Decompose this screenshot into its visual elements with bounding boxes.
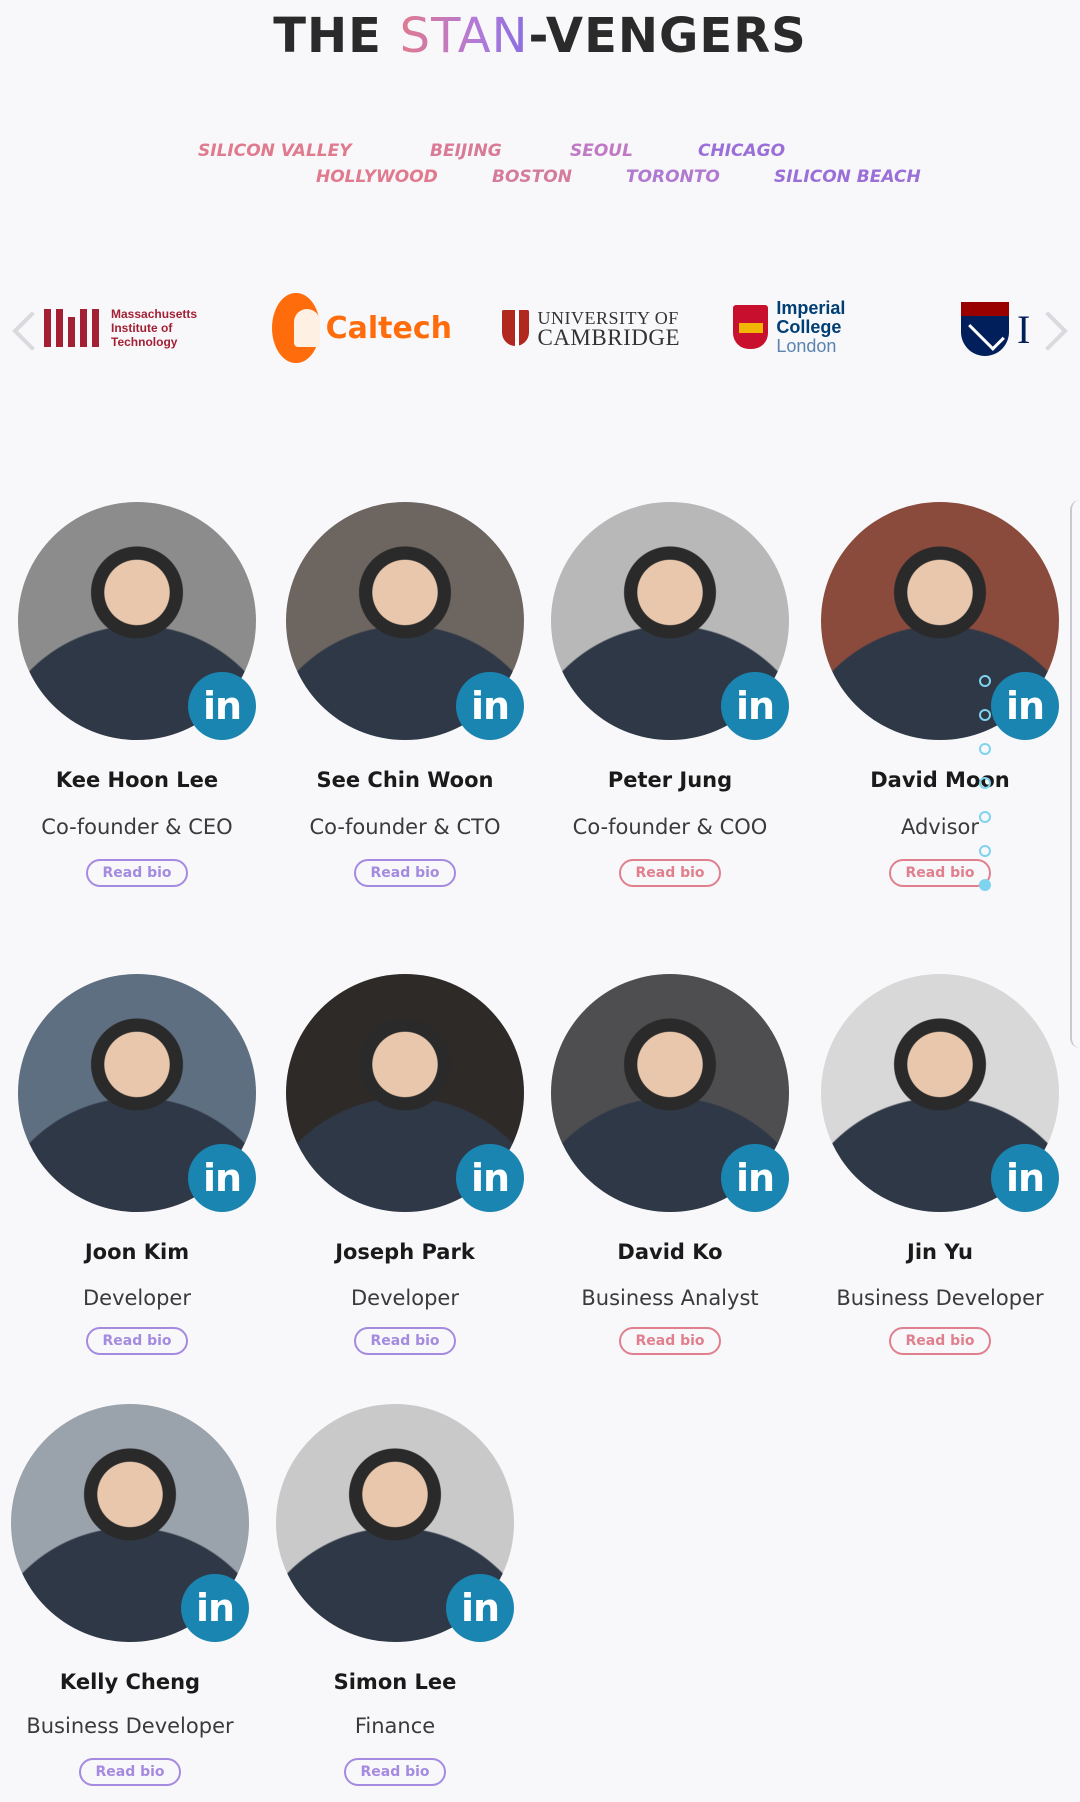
read-bio-button[interactable]: Read bio	[354, 1327, 456, 1355]
caltech-logo: Caltech	[272, 293, 452, 363]
linkedin-icon[interactable]: in	[991, 672, 1059, 740]
member-role: Co-founder & COO	[572, 815, 768, 839]
linkedin-icon[interactable]: in	[188, 1144, 256, 1212]
linkedin-icon[interactable]: in	[446, 1574, 514, 1642]
member-name: Joseph Park	[335, 1240, 475, 1264]
linkedin-icon[interactable]: in	[456, 1144, 524, 1212]
penn-logo: I	[961, 300, 1031, 358]
carousel-prev-button[interactable]	[6, 302, 52, 360]
city-silicon-valley: SILICON VALLEY	[198, 141, 352, 161]
member-role: Finance	[354, 1714, 436, 1738]
penn-shield-icon	[961, 302, 1009, 356]
linkedin-icon[interactable]: in	[181, 1574, 249, 1642]
mit-logo: Massachusetts Institute of Technology	[44, 306, 224, 350]
member-role: Co-founder & CEO	[41, 815, 233, 839]
city-chicago: CHICAGO	[698, 141, 786, 161]
scroll-dot	[979, 845, 991, 857]
linkedin-icon[interactable]: in	[456, 672, 524, 740]
imperial-logo: Imperial College London	[733, 298, 913, 355]
read-bio-button[interactable]: Read bio	[619, 1327, 721, 1355]
read-bio-button[interactable]: Read bio	[889, 859, 991, 887]
member-name: Kelly Cheng	[59, 1670, 201, 1694]
scrollbar-track[interactable]	[1070, 500, 1080, 1048]
scroll-dot	[979, 743, 991, 755]
city-beijing: BEIJING	[430, 141, 502, 161]
city-seoul: SEOUL	[570, 141, 633, 161]
city-boston: BOSTON	[492, 167, 572, 187]
cambridge-logo-text: UNIVERSITY OF CAMBRIDGE	[537, 308, 680, 350]
member-name: Kee Hoon Lee	[55, 768, 219, 792]
city-toronto: TORONTO	[626, 167, 720, 187]
mit-logo-mark	[44, 309, 99, 347]
read-bio-button[interactable]: Read bio	[344, 1758, 446, 1786]
read-bio-button[interactable]: Read bio	[889, 1327, 991, 1355]
chevron-right-icon	[1028, 311, 1068, 351]
member-name: Joon Kim	[84, 1240, 190, 1264]
city-silicon-beach: SILICON BEACH	[774, 167, 921, 187]
member-role: Advisor	[900, 815, 979, 839]
imperial-logo-text: Imperial College London	[776, 297, 846, 356]
member-name: Jin Yu	[907, 1240, 973, 1264]
member-role: Developer	[82, 1286, 191, 1310]
member-name: David Moon	[870, 768, 1010, 792]
linkedin-icon[interactable]: in	[721, 672, 789, 740]
carousel-next-button[interactable]	[1028, 302, 1074, 360]
scroll-dot	[979, 675, 991, 687]
scroll-dot	[979, 811, 991, 823]
title-accent: STAN	[399, 8, 529, 64]
member-name: See Chin Woon	[316, 768, 494, 792]
member-role: Business Analyst	[581, 1286, 759, 1310]
member-role: Business Developer	[836, 1286, 1044, 1310]
city-hollywood: HOLLYWOOD	[316, 167, 438, 187]
linkedin-icon[interactable]: in	[991, 1144, 1059, 1212]
caltech-seal-icon	[272, 293, 320, 363]
linkedin-icon[interactable]: in	[721, 1144, 789, 1212]
member-name: Simon Lee	[333, 1670, 457, 1694]
scroll-dot	[979, 879, 991, 891]
scroll-dot	[979, 777, 991, 789]
title-suffix: -VENGERS	[528, 8, 807, 64]
read-bio-button[interactable]: Read bio	[619, 859, 721, 887]
caltech-logo-text: Caltech	[325, 310, 452, 346]
penn-logo-text: I	[1017, 306, 1031, 352]
mit-logo-text: Massachusetts Institute of Technology	[111, 307, 198, 349]
read-bio-button[interactable]: Read bio	[86, 1327, 188, 1355]
read-bio-button[interactable]: Read bio	[79, 1758, 181, 1786]
member-role: Co-founder & CTO	[309, 815, 501, 839]
page-title: THE STAN-VENGERS	[0, 8, 1080, 64]
linkedin-icon[interactable]: in	[188, 672, 256, 740]
read-bio-button[interactable]: Read bio	[86, 859, 188, 887]
imperial-crest-icon	[733, 305, 769, 349]
member-role: Developer	[350, 1286, 459, 1310]
member-name: David Ko	[617, 1240, 723, 1264]
cambridge-logo: UNIVERSITY OF CAMBRIDGE	[502, 306, 680, 350]
title-prefix: THE	[273, 8, 400, 64]
read-bio-button[interactable]: Read bio	[354, 859, 456, 887]
member-role: Business Developer	[26, 1714, 234, 1738]
member-name: Peter Jung	[607, 768, 733, 792]
scroll-dot	[979, 709, 991, 721]
cambridge-shield-icon	[502, 310, 530, 346]
